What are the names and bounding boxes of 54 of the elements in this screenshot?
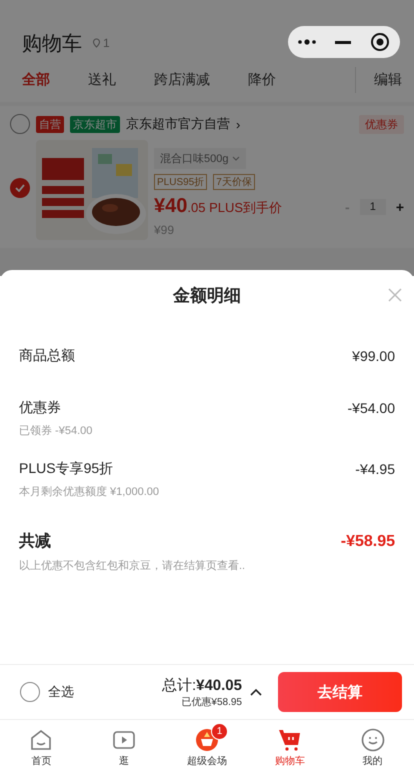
saved-amount: 已优惠¥58.95 bbox=[181, 696, 242, 708]
line-note: 已领券 -¥54.00 bbox=[19, 424, 94, 438]
checkout-button[interactable]: 去结算 bbox=[278, 672, 402, 712]
price: ¥40.05 PLUS到手价 bbox=[154, 195, 282, 218]
variant-selector[interactable]: 混合口味500g bbox=[154, 148, 246, 169]
chevron-down-icon bbox=[232, 156, 240, 161]
tab-bar-item[interactable]: 首页 bbox=[31, 754, 52, 768]
increase-button[interactable]: + bbox=[396, 198, 404, 214]
checkmark-icon bbox=[15, 184, 25, 192]
quantity-field[interactable]: 1 bbox=[360, 198, 386, 214]
line-label: 优惠券 bbox=[19, 399, 61, 417]
shop-name[interactable]: 京东超市官方自营 bbox=[126, 115, 230, 133]
edit-link[interactable]: 编辑 bbox=[355, 67, 414, 93]
chevron-up-icon[interactable] bbox=[250, 688, 262, 696]
promo-tag: PLUS95折 bbox=[154, 174, 208, 190]
tab-bar-item[interactable]: 我的 bbox=[362, 754, 383, 768]
tab-bar-item[interactable]: 超级会场 bbox=[186, 754, 227, 768]
checkbox[interactable] bbox=[10, 178, 30, 198]
total-price: 总计:¥40.05 bbox=[162, 676, 242, 694]
chevron-text[interactable]: › bbox=[236, 116, 240, 132]
checkbox[interactable] bbox=[10, 114, 30, 134]
line-amount: ¥99.00 bbox=[352, 348, 395, 364]
total-amount: -¥58.95 bbox=[340, 532, 395, 550]
home-icon bbox=[29, 728, 54, 752]
more-icon[interactable] bbox=[298, 39, 316, 45]
shop-badge: 京东超市 bbox=[70, 116, 120, 132]
line-amount: -¥4.95 bbox=[355, 461, 395, 477]
filter-tab[interactable]: 全部 bbox=[22, 71, 50, 89]
page-title: 购物车 bbox=[22, 32, 82, 56]
smiley-icon bbox=[360, 728, 385, 752]
play-icon bbox=[112, 728, 136, 752]
total-label: 共减 bbox=[19, 532, 51, 552]
footnote: 以上优惠不包含红包和京豆，请在结算页查看.. bbox=[19, 558, 246, 573]
coupon-button[interactable]: 优惠券 bbox=[359, 114, 404, 134]
sheet-title: 金额明细 bbox=[172, 285, 242, 307]
notification-badge: 1 bbox=[210, 723, 228, 740]
location-count: 1 bbox=[103, 36, 110, 50]
filter-tab[interactable]: 降价 bbox=[248, 71, 276, 89]
tab-bar-item[interactable]: 逛 bbox=[119, 754, 130, 768]
shop-badge: 自营 bbox=[36, 116, 64, 132]
filter-tab[interactable]: 跨店满减 bbox=[154, 71, 210, 89]
line-amount: -¥54.00 bbox=[348, 400, 395, 416]
minimize-icon[interactable] bbox=[334, 40, 351, 44]
select-all-label[interactable]: 全选 bbox=[48, 683, 74, 701]
checkbox[interactable] bbox=[20, 682, 40, 702]
line-label: 商品总额 bbox=[19, 347, 75, 365]
close-target-icon[interactable] bbox=[370, 32, 390, 52]
line-note: 本月剩余优惠额度 ¥1,000.00 bbox=[19, 484, 160, 499]
filter-tab[interactable]: 送礼 bbox=[88, 71, 116, 89]
promo-tag: 7天价保 bbox=[213, 174, 255, 190]
line-label: PLUS专享95折 bbox=[19, 460, 114, 478]
cart-icon bbox=[276, 728, 303, 752]
location-icon bbox=[92, 38, 101, 48]
tab-bar-item[interactable]: 购物车 bbox=[274, 754, 305, 768]
